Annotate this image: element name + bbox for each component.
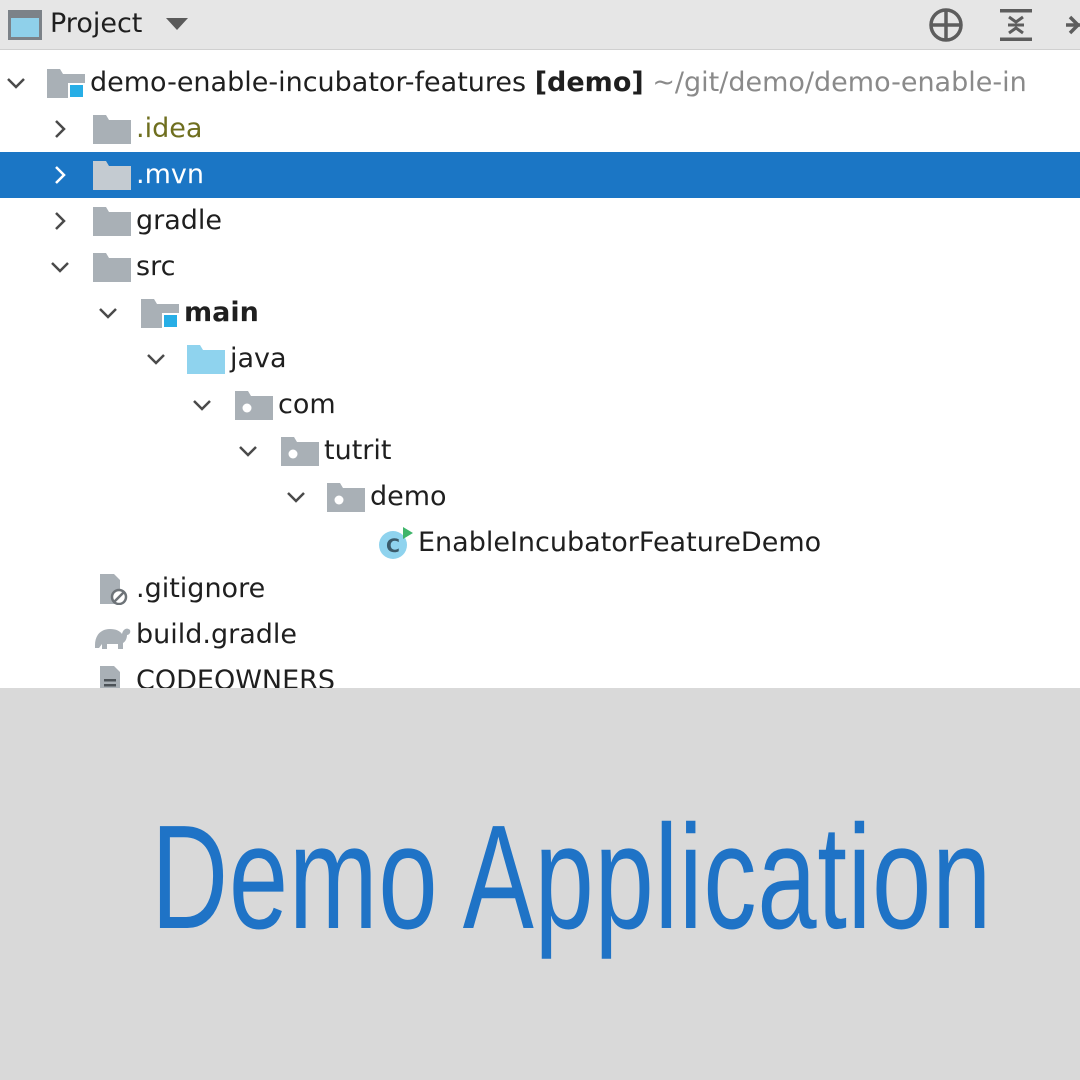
folder-icon <box>93 253 131 282</box>
module-folder-icon <box>141 299 179 329</box>
svg-text:C: C <box>386 535 400 557</box>
tree-item-label: java <box>230 343 287 374</box>
tree-item-label: .idea <box>136 113 203 144</box>
root-module-tag: [demo] <box>534 67 644 98</box>
tree-item-label: demo <box>370 481 447 512</box>
title-banner: Demo Application <box>0 688 1080 1080</box>
chevron-down-icon[interactable] <box>6 73 26 93</box>
tree-item-label: .gitignore <box>136 573 266 604</box>
folder-icon <box>93 161 131 190</box>
package-icon <box>281 437 319 466</box>
tree-item-build-gradle[interactable]: build.gradle <box>0 612 1080 658</box>
chevron-down-icon[interactable] <box>238 441 258 461</box>
ignore-file-icon <box>100 574 128 605</box>
chevron-down-icon[interactable] <box>286 487 306 507</box>
tree-item-label: EnableIncubatorFeatureDemo <box>418 527 822 558</box>
tree-item-label: .mvn <box>136 159 204 190</box>
tree-item-demo-package[interactable]: demo <box>0 474 1080 520</box>
project-window-icon <box>8 10 42 40</box>
project-tool-window-header: Project <box>0 0 1080 50</box>
tree-item-java[interactable]: java <box>0 336 1080 382</box>
tree-item-main[interactable]: main <box>0 290 1080 336</box>
tree-item-gradle[interactable]: gradle <box>0 198 1080 244</box>
chevron-down-icon[interactable] <box>50 257 70 277</box>
chevron-down-icon[interactable] <box>166 18 188 30</box>
chevron-right-icon[interactable] <box>50 211 70 231</box>
source-root-folder-icon <box>187 345 225 374</box>
java-class-runnable-icon: C <box>379 527 413 559</box>
root-module-name: demo-enable-incubator-features <box>90 67 527 98</box>
banner-title: Demo Application <box>151 795 993 960</box>
tree-item-root-module[interactable]: demo-enable-incubator-features [demo] ~/… <box>0 60 1080 106</box>
text-file-icon <box>100 666 120 688</box>
expand-icon[interactable] <box>1064 5 1080 45</box>
package-icon <box>235 391 273 420</box>
tree-item-mvn[interactable]: .mvn <box>0 152 1080 198</box>
tree-item-label: CODEOWNERS <box>136 665 336 688</box>
tree-item-label: build.gradle <box>136 619 298 650</box>
tree-item-tutrit[interactable]: tutrit <box>0 428 1080 474</box>
tree-item-java-class[interactable]: C EnableIncubatorFeatureDemo <box>0 520 1080 566</box>
chevron-right-icon[interactable] <box>50 165 70 185</box>
tree-item-label: src <box>136 251 176 282</box>
collapse-all-icon[interactable] <box>996 5 1036 45</box>
folder-icon <box>93 115 131 144</box>
package-icon <box>327 483 365 512</box>
tree-item-label: main <box>184 297 259 328</box>
module-folder-icon <box>47 69 85 99</box>
project-tree: demo-enable-incubator-features [demo] ~/… <box>0 58 1080 688</box>
locate-crosshair-icon[interactable] <box>926 5 966 45</box>
chevron-down-icon[interactable] <box>146 349 166 369</box>
folder-icon <box>93 207 131 236</box>
tree-item-src[interactable]: src <box>0 244 1080 290</box>
ide-screenshot: Project demo-enable-incubator-features [… <box>0 0 1080 1080</box>
chevron-down-icon[interactable] <box>192 395 212 415</box>
chevron-down-icon[interactable] <box>98 303 118 323</box>
chevron-right-icon[interactable] <box>50 119 70 139</box>
tree-item-idea[interactable]: .idea <box>0 106 1080 152</box>
tree-item-label: com <box>278 389 336 420</box>
tree-item-label: tutrit <box>324 435 392 466</box>
tree-item-com[interactable]: com <box>0 382 1080 428</box>
project-view-title[interactable]: Project <box>50 6 142 42</box>
tree-item-gitignore[interactable]: .gitignore <box>0 566 1080 612</box>
root-module-path: ~/git/demo/demo-enable-in <box>652 67 1027 98</box>
gradle-elephant-icon <box>95 628 131 649</box>
tree-item-codeowners[interactable]: CODEOWNERS <box>0 658 1080 688</box>
tree-item-label: gradle <box>136 205 223 236</box>
